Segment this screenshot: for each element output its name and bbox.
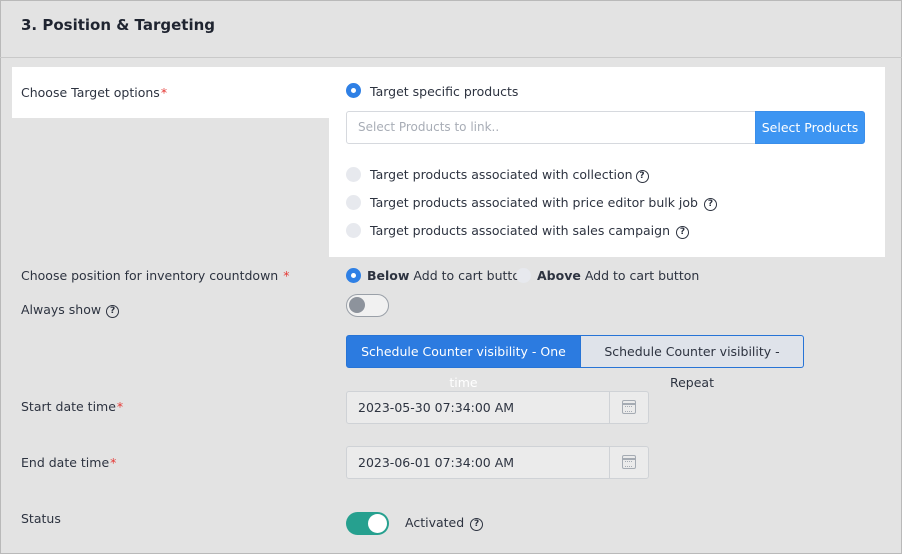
- section-divider: [0, 57, 902, 58]
- calendar-icon: [622, 400, 636, 414]
- status-label: Status: [21, 511, 61, 526]
- always-show-toggle[interactable]: [346, 294, 389, 317]
- calendar-icon: [622, 455, 636, 469]
- position-below-label: Below Add to cart button: [367, 268, 528, 283]
- end-date-field[interactable]: 2023-06-01 07:34:00 AM: [346, 446, 649, 479]
- position-label: Choose position for inventory countdown …: [21, 268, 290, 283]
- radio-position-above[interactable]: [516, 268, 531, 283]
- section-title: 3. Position & Targeting: [21, 16, 216, 34]
- required-marker: *: [110, 455, 117, 470]
- question-circle-icon[interactable]: ?: [703, 198, 717, 211]
- required-marker: *: [116, 399, 124, 414]
- select-products-button[interactable]: Select Products: [755, 111, 865, 144]
- end-date-calendar-button[interactable]: [609, 447, 648, 478]
- radio-target-specific[interactable]: [346, 83, 361, 98]
- radio-target-sales-campaign[interactable]: [346, 223, 361, 238]
- start-date-value: 2023-05-30 07:34:00 AM: [358, 400, 515, 415]
- required-marker: *: [160, 85, 168, 100]
- radio-position-below[interactable]: [346, 268, 361, 283]
- required-marker: *: [283, 268, 290, 283]
- end-date-value: 2023-06-01 07:34:00 AM: [358, 455, 515, 470]
- question-circle-icon[interactable]: ?: [635, 170, 649, 183]
- option-target-specific-label: Target specific products: [370, 84, 519, 99]
- start-date-field[interactable]: 2023-05-30 07:34:00 AM: [346, 391, 649, 424]
- status-value-label: Activated: [405, 515, 465, 530]
- target-options-label: Choose Target options*: [21, 85, 168, 100]
- radio-target-collection[interactable]: [346, 167, 361, 182]
- option-target-collection-label: Target products associated with collecti…: [370, 167, 633, 182]
- radio-target-bulk-job[interactable]: [346, 195, 361, 210]
- option-target-bulk-job-label: Target products associated with price ed…: [370, 195, 698, 210]
- question-circle-icon[interactable]: ?: [676, 226, 689, 239]
- status-value: Activated?: [405, 515, 484, 531]
- position-above-label: Above Add to cart button: [537, 268, 700, 283]
- option-target-sales-campaign: Target products associated with sales ca…: [370, 223, 689, 239]
- question-circle-icon[interactable]: ?: [470, 518, 484, 531]
- toggle-knob: [368, 514, 387, 533]
- schedule-one-time-tab[interactable]: Schedule Counter visibility - One time: [346, 335, 581, 390]
- option-target-sales-campaign-label: Target products associated with sales ca…: [370, 223, 670, 238]
- end-date-label: End date time*: [21, 455, 117, 470]
- always-show-label: Always show?: [21, 302, 120, 318]
- toggle-knob: [349, 297, 365, 313]
- start-date-calendar-button[interactable]: [609, 392, 648, 423]
- products-input[interactable]: Select Products to link..: [346, 111, 756, 144]
- option-target-collection: Target products associated with collecti…: [370, 167, 649, 183]
- start-date-label: Start date time*: [21, 399, 124, 414]
- question-circle-icon[interactable]: ?: [106, 305, 120, 318]
- schedule-repeat-tab[interactable]: Schedule Counter visibility - Repeat: [581, 335, 804, 390]
- status-toggle[interactable]: [346, 512, 389, 535]
- option-target-bulk-job: Target products associated with price ed…: [370, 195, 717, 211]
